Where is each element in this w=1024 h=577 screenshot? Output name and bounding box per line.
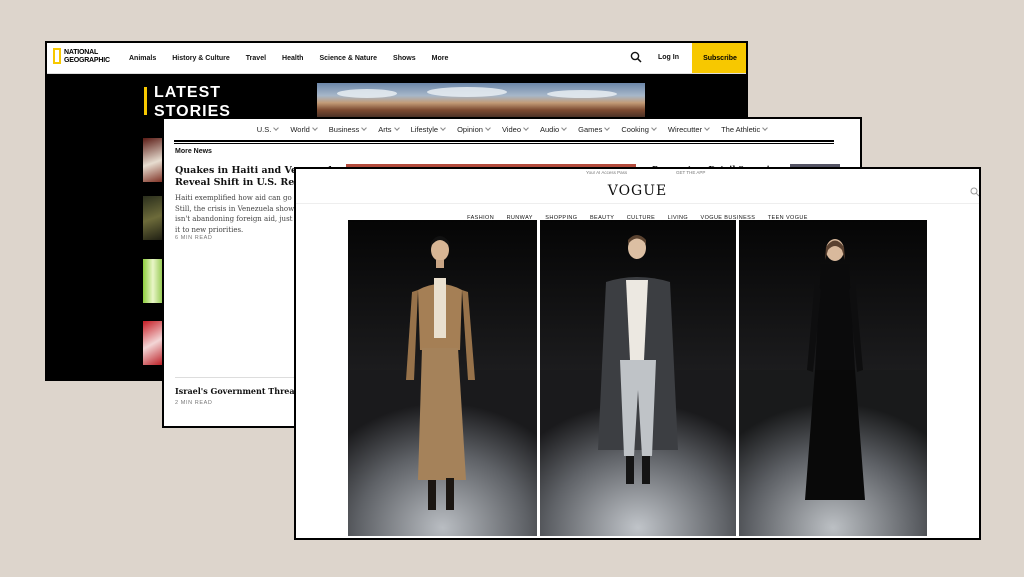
nyt-nav-label: Games <box>578 124 603 134</box>
nyt-nav-label: Video <box>501 124 521 134</box>
nyt-nav-label: Opinion <box>457 124 483 134</box>
headline-line1: Quakes in Haiti and Venezuela <box>175 165 339 176</box>
nyt-nav-us[interactable]: U.S. <box>256 124 280 134</box>
nyt-nav-games[interactable]: Games <box>578 124 611 134</box>
runway-photo-2[interactable] <box>540 220 736 536</box>
natgeo-nav-animals[interactable]: Animals <box>129 55 156 62</box>
nyt-nav-wirecutter[interactable]: Wirecutter <box>667 124 710 134</box>
latest-stories-accent-bar <box>144 87 147 115</box>
nyt-nav-label: Audio <box>539 124 560 134</box>
runway-photo-2-graphic <box>540 220 736 536</box>
read-time-2: 2 MIN READ <box>175 400 213 406</box>
runway-photo-1[interactable] <box>348 220 537 536</box>
subscribe-button[interactable]: Subscribe <box>692 43 746 73</box>
chevron-down-icon <box>704 124 710 131</box>
chevron-down-icon <box>311 124 318 131</box>
article-summary: Haiti exemplified how aid can go a Still… <box>175 194 299 234</box>
natgeo-header: NATIONAL GEOGRAPHIC Animals History & Cu… <box>47 43 746 74</box>
nyt-nav-lifestyle[interactable]: Lifestyle <box>411 125 446 134</box>
natgeo-yellow-frame-icon <box>53 48 61 64</box>
vogue-top-text-right: GET THE APP <box>676 170 706 175</box>
nyt-nav-video[interactable]: Video <box>501 124 529 134</box>
nyt-nav-world[interactable]: World <box>290 124 318 134</box>
latest-stories-heading: LATEST STORIES <box>154 83 231 121</box>
nyt-nav-label: World <box>290 124 310 134</box>
chevron-down-icon <box>361 124 368 131</box>
more-news-label: More News <box>175 148 212 155</box>
chevron-down-icon <box>561 124 568 131</box>
chevron-down-icon <box>440 124 446 131</box>
natgeo-nav-science-nature[interactable]: Science & Nature <box>319 55 377 62</box>
article-separator <box>175 377 295 378</box>
vogue-header-divider <box>296 203 979 204</box>
nyt-nav-cooking[interactable]: Cooking <box>621 124 657 134</box>
vogue-logo[interactable]: VOGUE <box>296 183 979 199</box>
natgeo-nav-shows[interactable]: Shows <box>393 55 416 62</box>
chevron-down-icon <box>604 124 611 131</box>
natgeo-nav-health[interactable]: Health <box>282 55 303 62</box>
natgeo-nav-history-culture[interactable]: History & Culture <box>172 55 230 62</box>
nyt-nav-label: Lifestyle <box>410 124 439 134</box>
nyt-divider-thick <box>174 140 834 142</box>
natgeo-nav-travel[interactable]: Travel <box>246 55 266 62</box>
runway-photo-1-graphic <box>348 220 537 536</box>
nyt-nav-label: U.S. <box>256 124 272 134</box>
natgeo-nav-more[interactable]: More <box>432 55 449 62</box>
read-time: 6 MIN READ <box>175 235 213 241</box>
natgeo-logo[interactable]: NATIONAL GEOGRAPHIC <box>53 48 110 66</box>
nyt-nav-label: Business <box>328 124 360 134</box>
login-link[interactable]: Log In <box>658 43 679 73</box>
runway-photo-3[interactable] <box>739 220 927 536</box>
nyt-divider-thin <box>174 143 834 144</box>
nyt-nav-the-athletic[interactable]: The Athletic <box>721 124 769 134</box>
nyt-nav-label: Arts <box>378 124 392 134</box>
headline-line2: Reveal Shift in U.S. Relief Ef <box>175 177 327 188</box>
nyt-nav-business[interactable]: Business <box>328 124 368 134</box>
search-icon[interactable] <box>970 187 980 197</box>
hero-landscape-image[interactable] <box>317 83 645 119</box>
chevron-down-icon <box>273 124 280 131</box>
chevron-down-icon <box>651 124 657 131</box>
vogue-top-text-left: Your AI Access Pass <box>586 170 628 175</box>
latest-stories-line1: LATEST <box>154 84 222 101</box>
natgeo-logo-text: NATIONAL GEOGRAPHIC <box>64 49 110 64</box>
headline-link[interactable]: Quakes in Haiti and Venezuela Reveal Shi… <box>175 165 339 189</box>
runway-photo-3-graphic <box>739 220 927 536</box>
search-icon[interactable] <box>630 51 642 63</box>
nyt-nav-label: Wirecutter <box>667 124 703 134</box>
chevron-down-icon <box>762 124 769 131</box>
nyt-nav-label: The Athletic <box>721 124 761 134</box>
nyt-section-nav: U.S. World Business Arts Lifestyle Opini… <box>164 119 860 139</box>
nyt-nav-audio[interactable]: Audio <box>539 124 568 134</box>
nyt-nav-opinion[interactable]: Opinion <box>457 124 491 134</box>
natgeo-nav: Animals History & Culture Travel Health … <box>129 43 464 73</box>
chevron-down-icon <box>393 124 400 131</box>
nyt-nav-arts[interactable]: Arts <box>378 124 400 134</box>
vogue-window: Your AI Access Pass GET THE APP VOGUE FA… <box>294 167 981 540</box>
chevron-down-icon <box>523 124 529 131</box>
nyt-nav-label: Cooking <box>621 124 649 134</box>
chevron-down-icon <box>485 124 491 131</box>
